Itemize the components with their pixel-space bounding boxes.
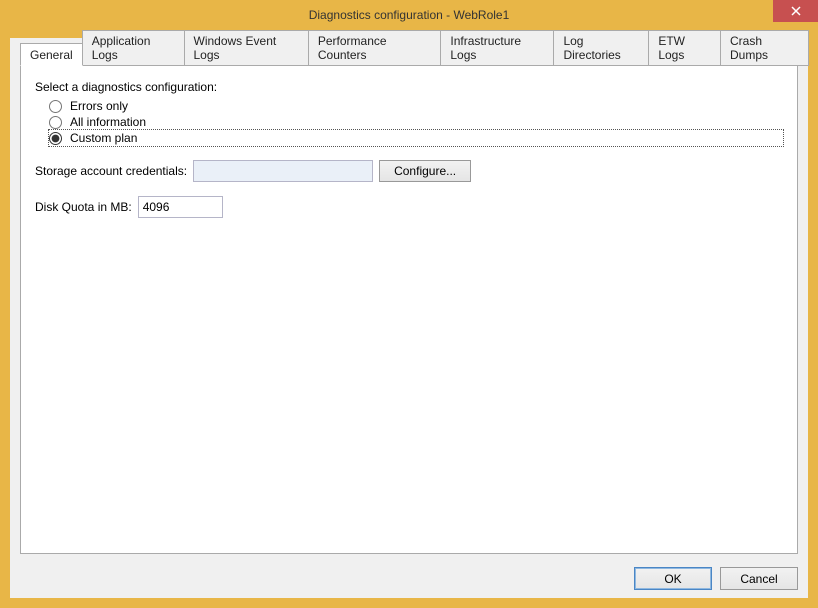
cancel-button[interactable]: Cancel: [720, 567, 798, 590]
radio-row-custom-plan[interactable]: Custom plan: [49, 130, 783, 146]
tab-infrastructure-logs[interactable]: Infrastructure Logs: [440, 30, 554, 66]
storage-row: Storage account credentials: Configure..…: [35, 160, 783, 182]
tab-application-logs[interactable]: Application Logs: [82, 30, 185, 66]
tab-crash-dumps[interactable]: Crash Dumps: [720, 30, 809, 66]
radio-errors-only[interactable]: [49, 100, 62, 113]
radio-row-all-information[interactable]: All information: [49, 114, 783, 130]
tab-general[interactable]: General: [20, 43, 83, 66]
config-radio-group: Errors only All information Custom plan: [49, 98, 783, 146]
radio-label-errors-only: Errors only: [70, 99, 128, 113]
quota-row: Disk Quota in MB:: [35, 196, 783, 218]
tabpage-general: Select a diagnostics configuration: Erro…: [20, 65, 798, 554]
tabstrip: General Application Logs Windows Event L…: [10, 38, 808, 66]
close-button[interactable]: [773, 0, 818, 22]
titlebar: Diagnostics configuration - WebRole1: [0, 0, 818, 30]
radio-custom-plan[interactable]: [49, 132, 62, 145]
disk-quota-input[interactable]: [138, 196, 223, 218]
tab-performance-counters[interactable]: Performance Counters: [308, 30, 442, 66]
storage-credentials-field[interactable]: [193, 160, 373, 182]
dialog-window: Diagnostics configuration - WebRole1 Gen…: [0, 0, 818, 608]
radio-label-custom-plan: Custom plan: [70, 131, 137, 145]
ok-button[interactable]: OK: [634, 567, 712, 590]
radio-row-errors-only[interactable]: Errors only: [49, 98, 783, 114]
tab-windows-event-logs[interactable]: Windows Event Logs: [184, 30, 309, 66]
tab-log-directories[interactable]: Log Directories: [553, 30, 649, 66]
window-title: Diagnostics configuration - WebRole1: [309, 8, 510, 22]
radio-all-information[interactable]: [49, 116, 62, 129]
configure-button[interactable]: Configure...: [379, 160, 471, 182]
radio-label-all-information: All information: [70, 115, 146, 129]
select-config-label: Select a diagnostics configuration:: [35, 80, 783, 94]
quota-label: Disk Quota in MB:: [35, 200, 132, 214]
client-area: General Application Logs Windows Event L…: [10, 38, 808, 598]
storage-label: Storage account credentials:: [35, 164, 187, 178]
dialog-footer: OK Cancel: [634, 567, 798, 590]
close-icon: [791, 4, 801, 19]
tab-etw-logs[interactable]: ETW Logs: [648, 30, 721, 66]
